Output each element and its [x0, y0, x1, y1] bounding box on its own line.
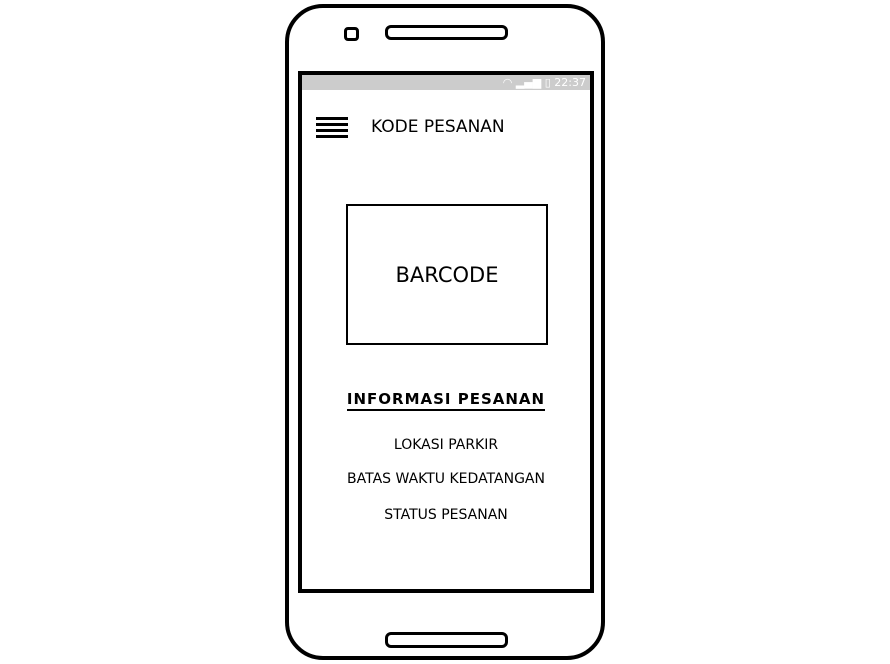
status-time: 22:37	[554, 76, 586, 89]
barcode-label: BARCODE	[395, 262, 499, 287]
info-heading: INFORMASI PESANAN	[302, 390, 590, 411]
barcode-placeholder: BARCODE	[346, 204, 548, 345]
hamburger-icon[interactable]	[316, 117, 348, 141]
status-bar: ◠ ▂▄▆ ▯ 22:37	[302, 75, 590, 90]
signal-icon: ▂▄▆	[515, 76, 542, 89]
info-item-status: STATUS PESANAN	[384, 507, 508, 523]
speaker-icon	[385, 25, 508, 40]
info-item-lokasi: LOKASI PARKIR	[393, 437, 499, 453]
info-heading-text: INFORMASI PESANAN	[346, 390, 546, 411]
screen: ◠ ▂▄▆ ▯ 22:37 KODE PESANAN BARCODE INFOR…	[298, 71, 594, 593]
wifi-icon: ◠	[502, 76, 513, 89]
info-item-batas-waktu: BATAS WAKTU KEDATANGAN	[347, 471, 545, 487]
battery-icon: ▯	[544, 76, 551, 89]
camera-icon	[344, 27, 359, 41]
page-title: KODE PESANAN	[371, 117, 505, 137]
home-button[interactable]	[385, 632, 508, 648]
